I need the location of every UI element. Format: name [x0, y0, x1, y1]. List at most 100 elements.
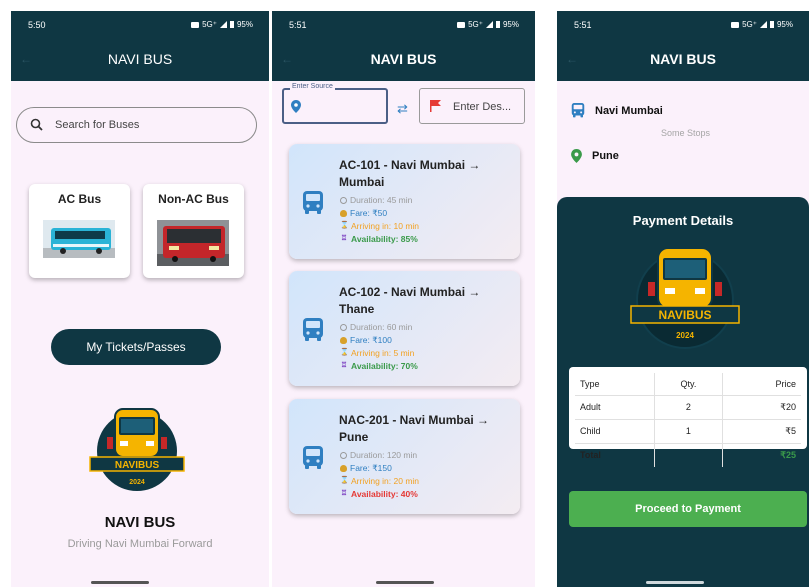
seat-icon: ♖: [340, 362, 348, 369]
logo-year: 2024: [129, 479, 145, 486]
brand-tagline: Driving Navi Mumbai Forward: [67, 538, 213, 550]
network-label: 5G⁺: [202, 20, 217, 29]
row-qty: 1: [653, 419, 723, 444]
status-icons: 5G⁺ 95%: [457, 20, 519, 29]
row-price: ₹20: [722, 395, 801, 420]
table-total-row: Total ₹25: [575, 443, 801, 467]
availability-text: Availability: 70%: [351, 361, 418, 371]
status-time: 5:51: [574, 20, 592, 30]
hourglass-icon: ⌛: [340, 349, 349, 356]
search-placeholder: Search for Buses: [55, 119, 140, 131]
header-price: Price: [722, 373, 801, 396]
route-fare: Fare: ₹50: [340, 208, 387, 219]
navibus-logo: NAVIBUS 2024: [630, 247, 740, 349]
search-bar[interactable]: Search for Buses: [16, 107, 257, 143]
ac-bus-image: [43, 220, 115, 258]
route-arrival: ⌛ Arriving in: 5 min: [340, 348, 414, 358]
route-title: NAC-201 - Navi Mumbai → Pune: [339, 413, 490, 444]
arrival-text: Arriving in: 5 min: [351, 348, 415, 358]
row-type: Adult: [575, 395, 655, 420]
table-header-row: Type Qty. Price: [575, 373, 801, 396]
row-type: Child: [575, 419, 655, 444]
app-bar: ← NAVI BUS: [272, 37, 535, 81]
route-fare: Fare: ₹100: [340, 335, 392, 346]
proceed-to-payment-button[interactable]: Proceed to Payment: [569, 491, 807, 527]
gesture-bar: [646, 581, 704, 584]
status-icons: 5G⁺ 95%: [731, 20, 793, 29]
money-bag-icon: [340, 337, 347, 344]
route-duration: Duration: 45 min: [340, 195, 412, 205]
route-duration: Duration: 60 min: [340, 322, 412, 332]
location-pin-icon: [571, 149, 582, 163]
duration-text: Duration: 45 min: [350, 195, 413, 205]
status-bar: 5:50 5G⁺ 95%: [11, 11, 269, 37]
status-bar: 5:51 5G⁺ 95%: [272, 11, 535, 37]
sim-icon: [191, 21, 200, 28]
battery-icon: [495, 21, 500, 28]
hourglass-icon: ⌛: [340, 477, 349, 484]
total-qty: [653, 443, 723, 467]
signal-icon: [485, 21, 493, 28]
flag-icon: [430, 100, 441, 112]
clock-icon: [340, 196, 347, 204]
destination-text: Pune: [592, 150, 619, 162]
source-label: Enter Source: [290, 83, 335, 90]
logo-text: NAVIBUS: [658, 308, 711, 322]
arrival-text: Arriving in: 10 min: [351, 221, 420, 231]
sim-icon: [731, 21, 740, 28]
fare-text: Fare: ₹50: [350, 208, 388, 218]
gesture-bar: [91, 581, 149, 584]
gesture-bar: [376, 581, 434, 584]
route-title: AC-102 - Navi Mumbai → Thane: [339, 285, 481, 316]
ac-bus-label: AC Bus: [57, 192, 102, 206]
money-bag-icon: [340, 210, 347, 217]
origin-text: Navi Mumbai: [595, 104, 663, 117]
non-ac-bus-image: [157, 220, 229, 266]
intermediate-stops: Some Stops: [661, 128, 711, 138]
swap-icon[interactable]: ⇄: [397, 101, 408, 117]
non-ac-bus-card[interactable]: Non-AC Bus: [143, 184, 244, 278]
bus-icon: [571, 103, 585, 118]
route-availability: ♖ Availability: 85%: [340, 234, 418, 244]
clock-icon: [340, 451, 347, 459]
ac-bus-card[interactable]: AC Bus: [29, 184, 130, 278]
app-bar: ← NAVI BUS: [557, 37, 809, 81]
route-card[interactable]: AC-102 - Navi Mumbai → Thane Duration: 6…: [289, 271, 520, 386]
trip-destination: Pune: [571, 149, 619, 163]
home-screen: 5:50 5G⁺ 95% ← NAVI BUS Search for Buses…: [11, 11, 269, 587]
hourglass-icon: ⌛: [340, 222, 349, 229]
payment-screen: 5:51 5G⁺ 95% ← NAVI BUS Navi Mumbai Some…: [557, 11, 809, 587]
source-input[interactable]: Enter Source: [282, 83, 388, 124]
logo-year: 2024: [676, 331, 694, 340]
bus-icon: [303, 446, 323, 469]
availability-text: Availability: 40%: [351, 489, 418, 499]
arrival-text: Arriving in: 20 min: [351, 476, 420, 486]
location-pin-icon: [291, 100, 301, 113]
signal-icon: [219, 21, 227, 28]
route-card[interactable]: AC-101 - Navi Mumbai → Mumbai Duration: …: [289, 144, 520, 259]
seat-icon: ♖: [340, 490, 348, 497]
sim-icon: [457, 21, 466, 28]
table-row: Adult 2 ₹20: [575, 395, 801, 420]
status-time: 5:51: [289, 20, 307, 30]
row-qty: 2: [653, 395, 723, 420]
payment-table: Type Qty. Price Adult 2 ₹20 Child 1 ₹5 T…: [569, 367, 807, 467]
payment-panel: Payment Details NAVIBUS 2024 Type Qty. P…: [557, 197, 809, 587]
header-type: Type: [575, 373, 655, 396]
route-title: AC-101 - Navi Mumbai → Mumbai: [339, 158, 481, 189]
destination-input[interactable]: Enter Des...: [419, 88, 525, 124]
row-price: ₹5: [722, 419, 801, 444]
battery-level: 95%: [776, 20, 793, 29]
status-time: 5:50: [28, 20, 46, 30]
bus-icon: [303, 191, 323, 214]
payment-title: Payment Details: [632, 213, 734, 228]
table-row: Child 1 ₹5: [575, 419, 801, 444]
route-card[interactable]: NAC-201 - Navi Mumbai → Pune Duration: 1…: [289, 399, 520, 514]
my-tickets-button[interactable]: My Tickets/Passes: [51, 329, 221, 365]
network-label: 5G⁺: [742, 20, 757, 29]
header-qty: Qty.: [653, 373, 723, 396]
total-price: ₹25: [780, 449, 796, 460]
total-label: Total: [580, 450, 601, 461]
battery-icon: [229, 21, 234, 28]
duration-text: Duration: 120 min: [350, 450, 418, 460]
